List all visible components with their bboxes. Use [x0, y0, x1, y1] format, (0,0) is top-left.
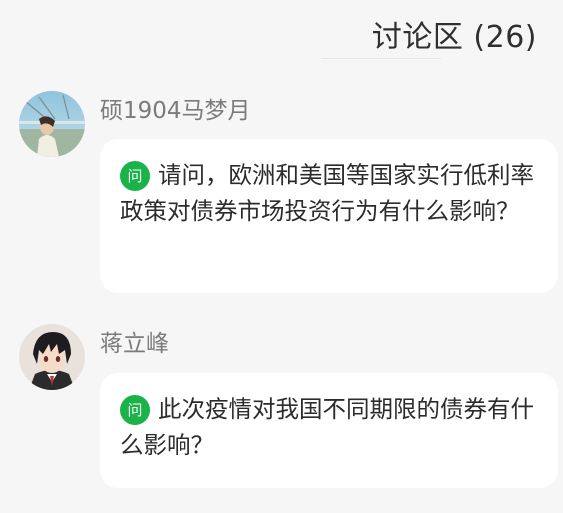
header-divider [321, 58, 441, 59]
avatar[interactable] [19, 91, 85, 157]
comment-username[interactable]: 硕1904马梦月 [100, 91, 251, 125]
avatar-anime-character-icon [19, 324, 85, 390]
comment-text-block: 问此次疫情对我国不同期限的债券有什么影响？ [120, 391, 540, 463]
comment-username[interactable]: 蒋立峰 [100, 324, 169, 358]
question-badge-icon: 问 [120, 395, 150, 425]
question-badge-icon: 问 [120, 161, 150, 191]
comment-bubble[interactable]: 问请问，欧洲和美国等国家实行低利率政策对债券市场投资行为有什么影响？ [100, 139, 558, 293]
comment-text: 此次疫情对我国不同期限的债券有什么影响？ [120, 395, 534, 459]
comment-bubble[interactable]: 问此次疫情对我国不同期限的债券有什么影响？ [100, 373, 558, 488]
comment-text: 请问，欧洲和美国等国家实行低利率政策对债券市场投资行为有什么影响？ [120, 161, 534, 225]
discussion-title: 讨论区 (26) [371, 20, 537, 55]
avatar[interactable] [19, 324, 85, 390]
avatar-photo-icon [19, 91, 85, 157]
discussion-header: 讨论区 (26) [0, 0, 563, 60]
comment-text-block: 问请问，欧洲和美国等国家实行低利率政策对债券市场投资行为有什么影响？ [120, 157, 540, 229]
